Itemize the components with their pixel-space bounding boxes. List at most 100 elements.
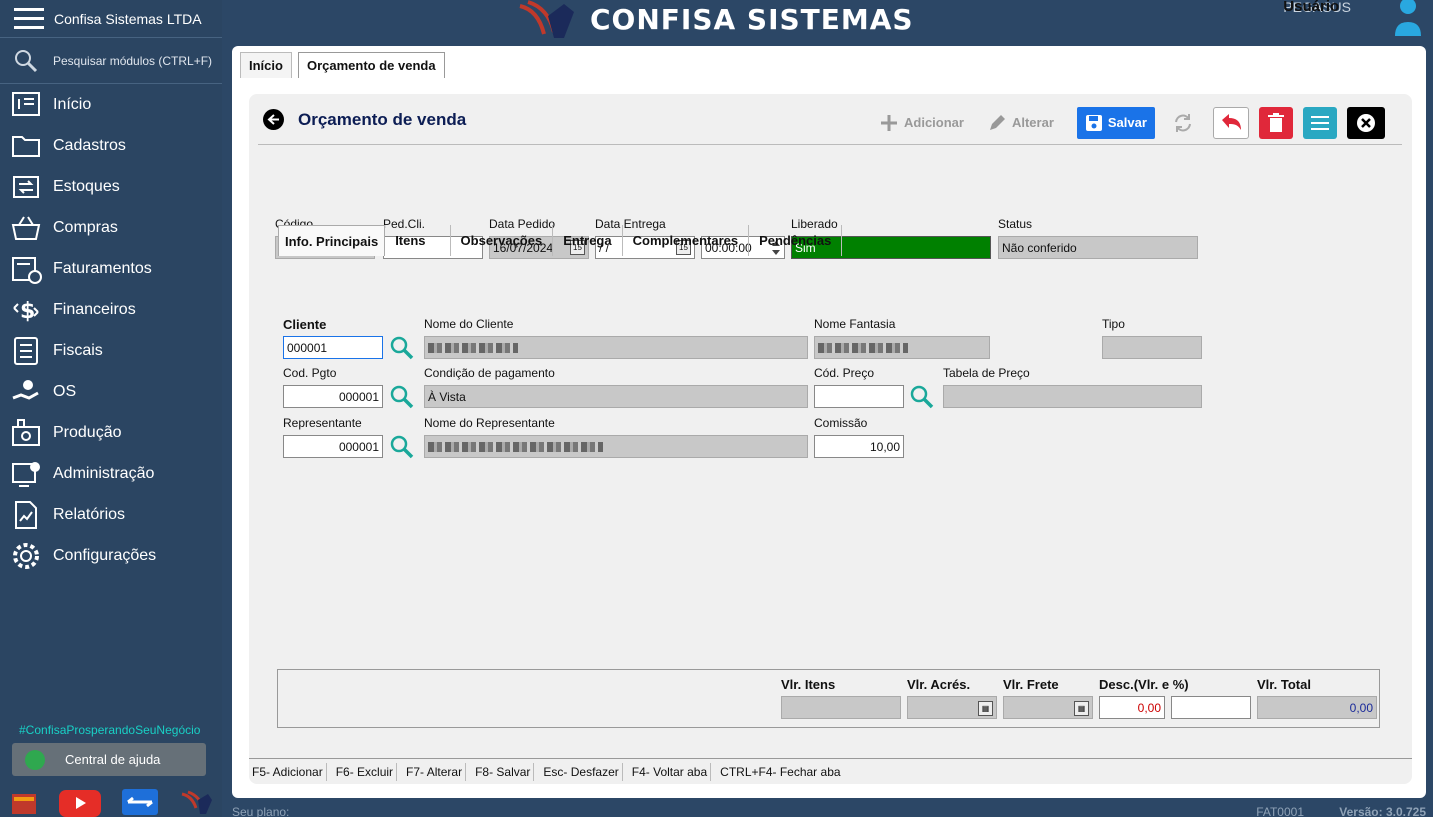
calculator-icon[interactable]: ▦ [978, 701, 993, 716]
tabela-preco-field [943, 385, 1202, 408]
tab-observacoes[interactable]: Observações [451, 225, 554, 256]
sidebar-item-inicio[interactable]: Início [0, 84, 222, 125]
sidebar-item-configuracoes[interactable]: Configurações [0, 535, 222, 576]
sidebar-item-label: Configurações [53, 546, 157, 564]
youtube-icon[interactable] [58, 788, 102, 817]
folder-icon [12, 135, 40, 157]
pegasus-logo-icon [181, 790, 212, 814]
edit-button[interactable]: Alterar [987, 113, 1054, 133]
tab-itens[interactable]: Itens [385, 225, 451, 256]
add-button[interactable]: Adicionar [879, 113, 964, 133]
close-button[interactable] [1346, 106, 1385, 139]
nome-representante-field [424, 435, 808, 458]
shortcut-delete: F6- Excluir [333, 762, 398, 781]
nome-fantasia-label: Nome Fantasia [814, 317, 896, 331]
tab-entrega[interactable]: Entrega [553, 225, 623, 256]
search-representante-icon[interactable] [389, 434, 415, 460]
sidebar-item-label: Administração [53, 464, 155, 482]
refresh-icon[interactable] [1171, 111, 1195, 135]
tab-pendencias[interactable]: Pendências [749, 225, 843, 256]
desc-valor-field[interactable]: 0,00 [1099, 696, 1165, 719]
cliente-field[interactable]: 000001 [283, 336, 383, 359]
module-search[interactable]: Pesquisar módulos (CTRL+F) [0, 38, 222, 84]
sidebar-item-label: Estoques [53, 177, 120, 195]
tab-info-principais[interactable]: Info. Principais [278, 225, 386, 256]
sidebar-item-cadastros[interactable]: Cadastros [0, 125, 222, 166]
status-field: Não conferido [998, 236, 1198, 259]
content-frame: Início Orçamento de venda Orçamento de v… [232, 46, 1426, 798]
edit-button-label: Alterar [1011, 115, 1054, 130]
tab-orcamento-de-venda[interactable]: Orçamento de venda [297, 52, 445, 78]
page-title: Orçamento de venda [298, 109, 467, 129]
vlr-frete-field: ▦ [1003, 696, 1093, 719]
cliente-label: Cliente [283, 317, 327, 332]
page-header: Orçamento de venda [263, 109, 466, 130]
search-cliente-icon[interactable] [389, 335, 415, 361]
shortcut-close-tab: CTRL+F4- Fechar aba [720, 764, 841, 779]
sidebar-item-label: Início [53, 95, 92, 113]
sidebar-item-producao[interactable]: Produção [0, 412, 222, 453]
remote-access-icon[interactable] [120, 788, 160, 817]
shortcut-add: F5- Adicionar [249, 762, 327, 781]
cond-pgto-label: Condição de pagamento [424, 366, 555, 380]
help-center-label: Central de ajuda [65, 752, 161, 767]
close-icon [1356, 113, 1375, 132]
plus-icon [881, 114, 897, 131]
tab-inicio[interactable]: Início [240, 52, 292, 78]
book-app-icon[interactable] [10, 788, 40, 817]
basket-icon [11, 215, 41, 240]
main-tabs: Início Orçamento de venda [240, 52, 445, 78]
brand: CONFISA SISTEMAS [518, 0, 914, 42]
footer: Seu plano: FAT0001 Versão: 3.0.725 [232, 805, 1426, 817]
help-center-button[interactable]: Central de ajuda [12, 743, 206, 776]
nome-cliente-field [424, 336, 808, 359]
floppy-icon [1085, 114, 1102, 131]
svg-text:$: $ [20, 299, 35, 324]
cod-preco-label: Cód. Preço [814, 366, 875, 380]
user-info[interactable]: Usuário PEGASUS [1283, 0, 1351, 18]
tab-complementares[interactable]: Complementares [623, 225, 750, 256]
delete-button[interactable] [1258, 106, 1293, 139]
sidebar-item-fiscais[interactable]: Fiscais [0, 330, 222, 371]
sidebar-item-estoques[interactable]: Estoques [0, 166, 222, 207]
sidebar-item-compras[interactable]: Compras [0, 207, 222, 248]
sidebar-item-financeiros[interactable]: $ Financeiros [0, 289, 222, 330]
undo-icon [1221, 113, 1241, 130]
user-avatar-icon[interactable] [1393, 0, 1423, 40]
search-cod-preco-icon[interactable] [909, 384, 935, 410]
comissao-field[interactable]: 10,00 [814, 435, 904, 458]
vlr-total-label: Vlr. Total [1257, 677, 1311, 692]
calculator-icon[interactable]: ▦ [1074, 701, 1089, 716]
status-label: Status [998, 217, 1033, 231]
sidebar-item-label: Compras [53, 218, 118, 236]
vlr-itens-field [781, 696, 901, 719]
desc-label: Desc.(Vlr. e %) [1099, 677, 1189, 692]
plan-label: Seu plano: [232, 805, 290, 817]
sidebar-header: Confisa Sistemas LTDA [0, 0, 222, 38]
cod-preco-field[interactable] [814, 385, 904, 408]
home-icon [12, 91, 40, 116]
save-button[interactable]: Salvar [1076, 106, 1155, 139]
hamburger-menu-icon[interactable] [14, 8, 44, 29]
nome-representante-label: Nome do Representante [424, 416, 555, 430]
cod-pgto-field[interactable]: 000001 [283, 385, 383, 408]
undo-button[interactable] [1212, 106, 1249, 139]
search-cod-pgto-icon[interactable] [389, 384, 415, 410]
sidebar-item-label: Financeiros [53, 300, 136, 318]
sidebar-item-label: Cadastros [53, 136, 126, 154]
money-icon: $ [13, 299, 39, 324]
pegasus-logo-icon [519, 0, 574, 38]
shortcut-edit: F7- Alterar [403, 762, 467, 781]
sidebar-item-administracao[interactable]: Administração [0, 453, 222, 494]
sidebar-item-faturamentos[interactable]: Faturamentos [0, 248, 222, 289]
nome-cliente-label: Nome do Cliente [424, 317, 514, 331]
back-arrow-icon[interactable] [263, 109, 284, 130]
desc-percent-field[interactable] [1171, 696, 1251, 719]
factory-icon [12, 418, 40, 446]
sidebar-item-os[interactable]: OS [0, 371, 222, 412]
tabela-preco-label: Tabela de Preço [943, 366, 1030, 380]
options-menu-button[interactable] [1302, 106, 1337, 139]
sidebar-item-relatorios[interactable]: Relatórios [0, 494, 222, 535]
representante-field[interactable]: 000001 [283, 435, 383, 458]
search-icon [15, 49, 38, 72]
